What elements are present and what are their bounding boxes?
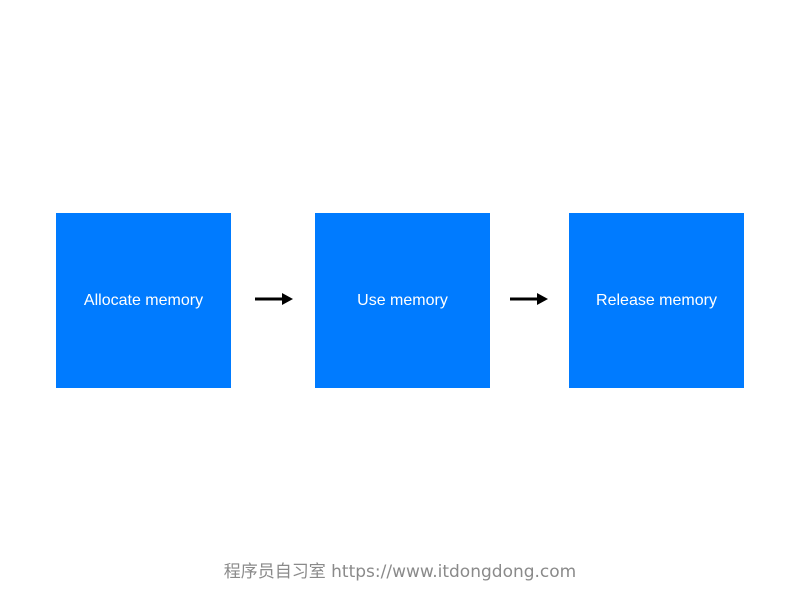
watermark-text: 程序员自习室 https://www.itdongdong.com xyxy=(223,562,577,582)
step-release-memory: Release memory xyxy=(569,213,744,388)
right-arrow-icon xyxy=(255,293,293,305)
step-label: Use memory xyxy=(357,291,448,309)
step-label: Allocate memory xyxy=(83,291,204,309)
process-flow-diagram: Allocate memory Use memory Release memor… xyxy=(0,0,800,600)
right-arrow-icon xyxy=(510,293,548,305)
step-use-memory: Use memory xyxy=(315,213,490,388)
step-label: Release memory xyxy=(596,291,717,309)
step-allocate-memory: Allocate memory xyxy=(56,213,231,388)
